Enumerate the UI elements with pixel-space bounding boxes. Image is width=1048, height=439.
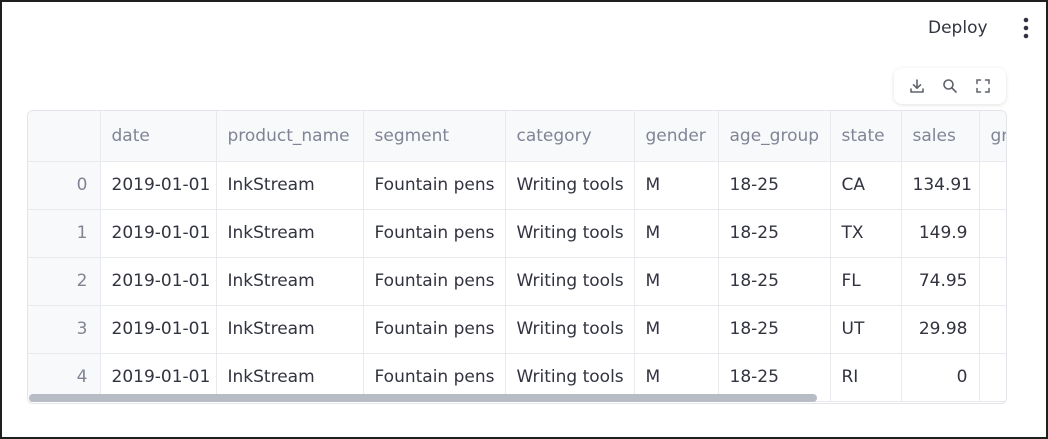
cell-segment[interactable]: Fountain pens [363, 257, 506, 306]
cell-sales[interactable]: 149.9 [901, 209, 980, 258]
row-index-cell[interactable]: 0 [28, 161, 101, 210]
column-header-segment[interactable]: segment [363, 111, 506, 162]
cell-truncated[interactable] [979, 305, 1006, 354]
column-header-state[interactable]: state [830, 111, 902, 162]
index-column-header[interactable] [28, 111, 101, 162]
cell-date[interactable]: 2019-01-01 [100, 257, 217, 306]
column-header-category[interactable]: category [505, 111, 635, 162]
table-row: 2 2019-01-01 InkStream Fountain pens Writing… [28, 257, 1006, 306]
column-header-date[interactable]: date [100, 111, 217, 162]
table-row: 0 2019-01-01 InkStream Fountain pens Writing… [28, 161, 1006, 210]
cell-product-name[interactable]: InkStream [216, 305, 364, 354]
fullscreen-button[interactable] [971, 74, 995, 98]
cell-state[interactable]: TX [830, 209, 902, 258]
cell-product-name[interactable]: InkStream [216, 209, 364, 258]
table-row: 3 2019-01-01 InkStream Fountain pens Writing… [28, 305, 1006, 354]
cell-segment[interactable]: Fountain pens [363, 305, 506, 354]
cell-truncated[interactable] [979, 353, 1006, 402]
cell-truncated[interactable] [979, 161, 1006, 210]
cell-sales[interactable]: 29.98 [901, 305, 980, 354]
column-header-sales[interactable]: sales [901, 111, 980, 162]
column-header-truncated[interactable]: gr [979, 111, 1006, 162]
cell-age-group[interactable]: 18-25 [718, 305, 831, 354]
cell-age-group[interactable]: 18-25 [718, 161, 831, 210]
cell-gender[interactable]: M [634, 161, 719, 210]
row-index-cell[interactable]: 3 [28, 305, 101, 354]
cell-category[interactable]: Writing tools [505, 209, 635, 258]
dataframe-toolbar [894, 68, 1006, 104]
column-header-gender[interactable]: gender [634, 111, 719, 162]
main-menu-button[interactable] [1012, 14, 1040, 42]
fullscreen-icon [976, 79, 991, 93]
row-index-cell[interactable]: 2 [28, 257, 101, 306]
cell-category[interactable]: Writing tools [505, 257, 635, 306]
cell-gender[interactable]: M [634, 209, 719, 258]
cell-state[interactable]: CA [830, 161, 902, 210]
cell-sales[interactable]: 0 [901, 353, 980, 402]
table-row: 1 2019-01-01 InkStream Fountain pens Writing… [28, 209, 1006, 258]
cell-gender[interactable]: M [634, 257, 719, 306]
cell-product-name[interactable]: InkStream [216, 161, 364, 210]
cell-date[interactable]: 2019-01-01 [100, 209, 217, 258]
dataframe-grid[interactable]: date product_name segment category gende… [27, 110, 1007, 404]
cell-truncated[interactable] [979, 257, 1006, 306]
download-button[interactable] [905, 74, 929, 98]
cell-state[interactable]: RI [830, 353, 902, 402]
cell-sales[interactable]: 134.91 [901, 161, 980, 210]
cell-truncated[interactable] [979, 209, 1006, 258]
column-header-age-group[interactable]: age_group [718, 111, 831, 162]
column-header-product-name[interactable]: product_name [216, 111, 364, 162]
cell-category[interactable]: Writing tools [505, 161, 635, 210]
horizontal-scrollbar[interactable] [29, 394, 817, 402]
cell-age-group[interactable]: 18-25 [718, 209, 831, 258]
app-frame: Deploy date product_name segment categor… [0, 0, 1048, 439]
cell-state[interactable]: FL [830, 257, 902, 306]
row-index-cell[interactable]: 1 [28, 209, 101, 258]
cell-gender[interactable]: M [634, 305, 719, 354]
search-icon [943, 79, 957, 93]
cell-date[interactable]: 2019-01-01 [100, 161, 217, 210]
vertical-ellipsis-icon [1023, 17, 1029, 39]
cell-date[interactable]: 2019-01-01 [100, 305, 217, 354]
header-row: date product_name segment category gende… [28, 111, 1006, 162]
cell-category[interactable]: Writing tools [505, 305, 635, 354]
search-button[interactable] [938, 74, 962, 98]
cell-segment[interactable]: Fountain pens [363, 161, 506, 210]
cell-product-name[interactable]: InkStream [216, 257, 364, 306]
cell-age-group[interactable]: 18-25 [718, 257, 831, 306]
cell-state[interactable]: UT [830, 305, 902, 354]
deploy-button[interactable]: Deploy [914, 13, 1002, 43]
cell-sales[interactable]: 74.95 [901, 257, 980, 306]
cell-segment[interactable]: Fountain pens [363, 209, 506, 258]
data-table: date product_name segment category gende… [28, 111, 1006, 402]
download-icon [909, 79, 924, 93]
